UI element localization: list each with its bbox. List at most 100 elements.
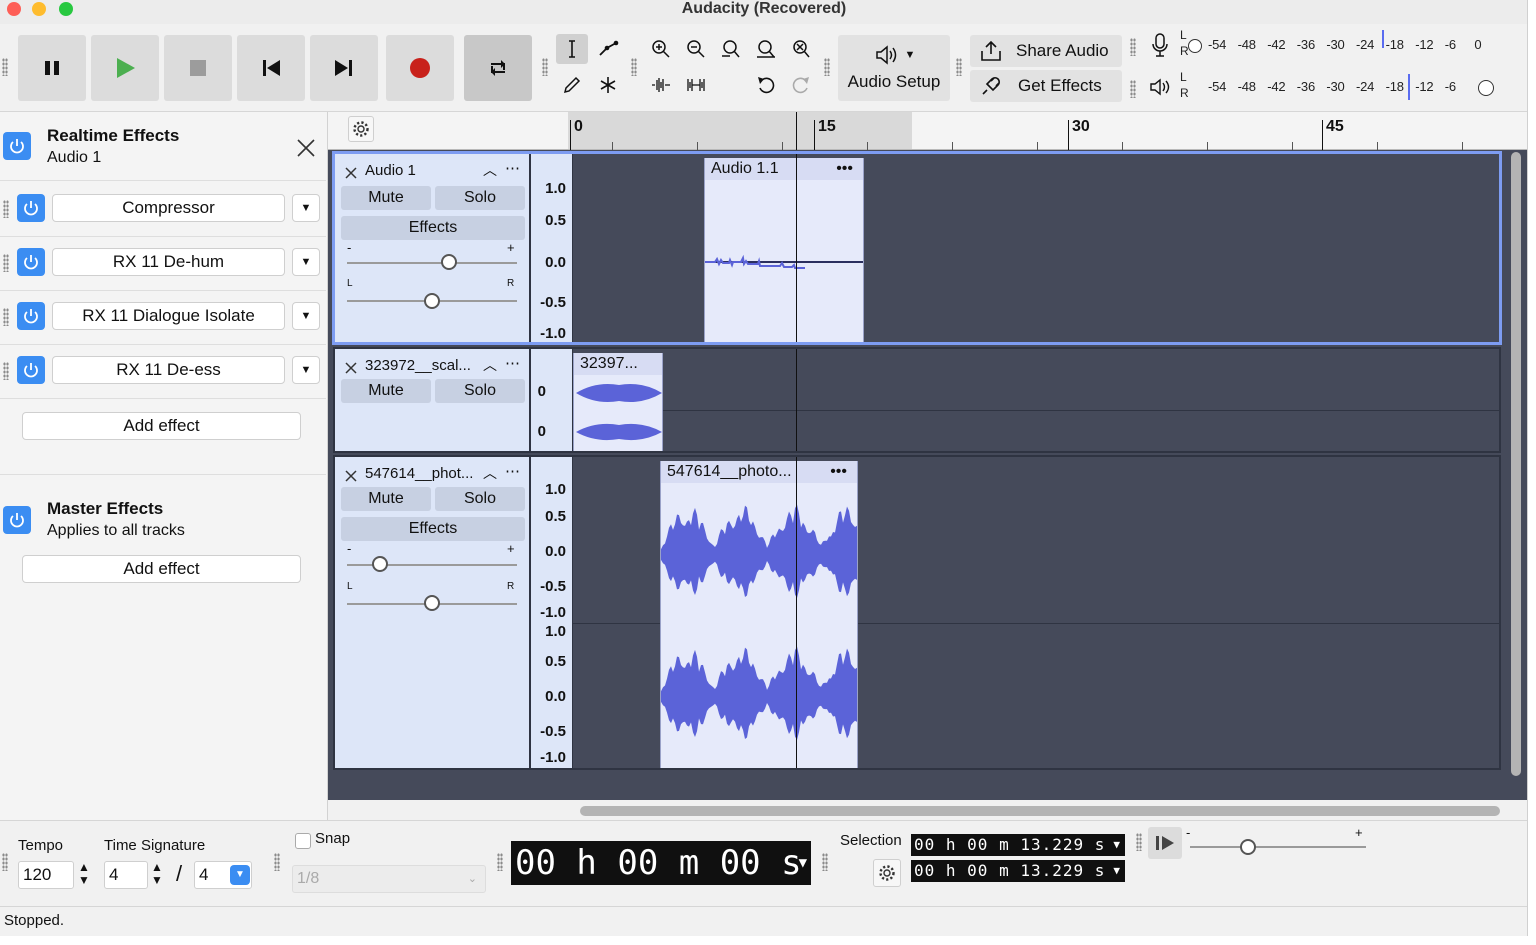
redo-button[interactable] xyxy=(785,70,817,100)
skip-to-end-button[interactable] xyxy=(310,35,378,101)
solo-button[interactable]: Solo xyxy=(435,487,525,511)
chevron-down-icon[interactable]: ▼ xyxy=(292,248,320,276)
clip-header[interactable]: Audio 1.1 ••• xyxy=(705,158,863,180)
toolbar-grip[interactable] xyxy=(1130,38,1136,56)
audio-clip[interactable]: 32397... xyxy=(573,353,663,451)
selection-end-time[interactable]: 00 h 00 m 13.229 s ▼ xyxy=(911,860,1125,882)
track-name[interactable]: 547614__phot... xyxy=(365,465,473,482)
envelope-tool[interactable] xyxy=(592,34,624,64)
master-effects-power-button[interactable] xyxy=(3,506,31,534)
tempo-input[interactable]: 120 xyxy=(18,861,74,889)
ruler-play-region[interactable] xyxy=(568,112,912,149)
stop-button[interactable] xyxy=(164,35,232,101)
track-menu-icon[interactable]: ⋯ xyxy=(505,159,520,177)
close-icon[interactable] xyxy=(296,138,316,158)
playback-meter-knob[interactable] xyxy=(1478,80,1494,96)
toolbar-grip[interactable] xyxy=(956,58,962,76)
snap-checkbox[interactable] xyxy=(295,833,311,849)
toolbar-grip[interactable] xyxy=(2,58,8,76)
clip-header[interactable]: 32397... xyxy=(574,353,662,375)
time-display[interactable]: 00 h 00 m 00 s ▼ xyxy=(511,841,811,885)
record-button[interactable] xyxy=(386,35,454,101)
vertical-scale[interactable]: 1.0 0.5 0.0 -0.5 -1.0 1.0 0.5 0.0 -0.5 -… xyxy=(531,457,573,768)
numerator-stepper[interactable]: ▲ ▼ xyxy=(151,861,163,887)
toolbar-grip[interactable] xyxy=(824,58,830,76)
mute-button[interactable]: Mute xyxy=(341,487,431,511)
undo-button[interactable] xyxy=(750,70,782,100)
snap-select[interactable]: 1/8 ⌄ xyxy=(292,865,486,893)
playback-speed-knob[interactable] xyxy=(1240,839,1256,855)
track-effects-button[interactable]: Effects xyxy=(341,517,525,541)
zoom-out-button[interactable] xyxy=(680,34,712,64)
track-name[interactable]: 323972__scal... xyxy=(365,357,471,374)
toolbar-grip[interactable] xyxy=(274,853,280,871)
pan-slider-knob[interactable] xyxy=(424,595,440,611)
fit-selection-button[interactable] xyxy=(715,34,747,64)
collapse-icon[interactable]: ︿ xyxy=(483,355,497,375)
add-master-effect-button[interactable]: Add effect xyxy=(22,555,301,583)
drag-handle-icon[interactable] xyxy=(3,200,9,218)
share-audio-button[interactable]: Share Audio xyxy=(970,35,1122,67)
selection-tool[interactable] xyxy=(556,34,588,64)
track-name[interactable]: Audio 1 xyxy=(365,162,416,179)
track-control-panel[interactable]: Audio 1 ︿ ⋯ Mute Solo Effects - + L R xyxy=(335,154,531,342)
clip-menu-icon[interactable]: ••• xyxy=(836,158,853,180)
drag-handle-icon[interactable] xyxy=(3,362,9,380)
toolbar-grip[interactable] xyxy=(1130,80,1136,98)
effect-power-button[interactable] xyxy=(17,194,45,222)
drag-handle-icon[interactable] xyxy=(3,254,9,272)
draw-tool[interactable] xyxy=(556,70,588,100)
toolbar-grip[interactable] xyxy=(542,58,548,76)
close-icon[interactable] xyxy=(344,166,358,180)
effect-name-button[interactable]: RX 11 Dialogue Isolate xyxy=(52,302,285,330)
effect-name-button[interactable]: RX 11 De-ess xyxy=(52,356,285,384)
pan-slider-knob[interactable] xyxy=(424,293,440,309)
multi-tool[interactable] xyxy=(592,70,624,100)
clip-menu-icon[interactable]: ••• xyxy=(830,461,847,483)
effect-name-button[interactable]: Compressor xyxy=(52,194,285,222)
close-icon[interactable] xyxy=(344,469,358,483)
effect-power-button[interactable] xyxy=(17,302,45,330)
timeline-ruler[interactable]: 0 15 30 45 xyxy=(328,112,1527,150)
toolbar-grip[interactable] xyxy=(631,58,637,76)
track-control-panel[interactable]: 323972__scal... ︿ ⋯ Mute Solo xyxy=(335,349,531,451)
track-547614[interactable]: 547614__phot... ︿ ⋯ Mute Solo Effects - … xyxy=(333,455,1501,770)
chevron-down-icon[interactable]: ▼ xyxy=(230,865,250,885)
time-signature-numerator[interactable]: 4 xyxy=(104,861,148,889)
track-effects-button[interactable]: Effects xyxy=(341,216,525,240)
audio-setup-button[interactable]: ▼ Audio Setup xyxy=(838,35,950,101)
effect-name-button[interactable]: RX 11 De-hum xyxy=(52,248,285,276)
trim-outside-button[interactable] xyxy=(645,70,677,100)
close-icon[interactable] xyxy=(344,361,358,375)
zoom-toggle-button[interactable] xyxy=(785,34,817,64)
track-menu-icon[interactable]: ⋯ xyxy=(505,462,520,480)
audio-clip[interactable]: Audio 1.1 ••• xyxy=(704,158,864,342)
chevron-down-icon[interactable]: ▼ xyxy=(292,302,320,330)
toolbar-grip[interactable] xyxy=(1136,833,1142,851)
get-effects-button[interactable]: Get Effects xyxy=(970,70,1122,102)
chevron-down-icon[interactable]: ▼ xyxy=(292,194,320,222)
effect-power-button[interactable] xyxy=(17,356,45,384)
solo-button[interactable]: Solo xyxy=(435,379,525,403)
skip-to-start-button[interactable] xyxy=(237,35,305,101)
toolbar-grip[interactable] xyxy=(2,853,8,871)
mute-button[interactable]: Mute xyxy=(341,379,431,403)
solo-button[interactable]: Solo xyxy=(435,186,525,210)
collapse-icon[interactable]: ︿ xyxy=(483,463,497,483)
effect-power-button[interactable] xyxy=(17,248,45,276)
chevron-down-icon[interactable]: ▼ xyxy=(292,356,320,384)
clip-header[interactable]: 547614__photo... ••• xyxy=(661,461,857,483)
playback-meter[interactable]: L R -54 -48 -42 -36 -30 -24 -18 -12 -6 xyxy=(1144,70,1524,104)
track-control-panel[interactable]: 547614__phot... ︿ ⋯ Mute Solo Effects - … xyxy=(335,457,531,768)
play-at-speed-button[interactable] xyxy=(1148,827,1182,859)
track-menu-icon[interactable]: ⋯ xyxy=(505,354,520,372)
track-323972[interactable]: 323972__scal... ︿ ⋯ Mute Solo 0 0 32397.… xyxy=(333,347,1501,453)
gain-slider-knob[interactable] xyxy=(441,254,457,270)
record-meter[interactable]: L R -54 -48 -42 -36 -30 -24 -18 -12 -6 0 xyxy=(1144,28,1524,62)
realtime-effects-power-button[interactable] xyxy=(3,132,31,160)
play-button[interactable] xyxy=(91,35,159,101)
horizontal-scrollbar[interactable] xyxy=(580,806,1500,816)
pause-button[interactable] xyxy=(18,35,86,101)
vertical-scale[interactable]: 0 0 xyxy=(531,349,573,451)
zoom-in-button[interactable] xyxy=(645,34,677,64)
